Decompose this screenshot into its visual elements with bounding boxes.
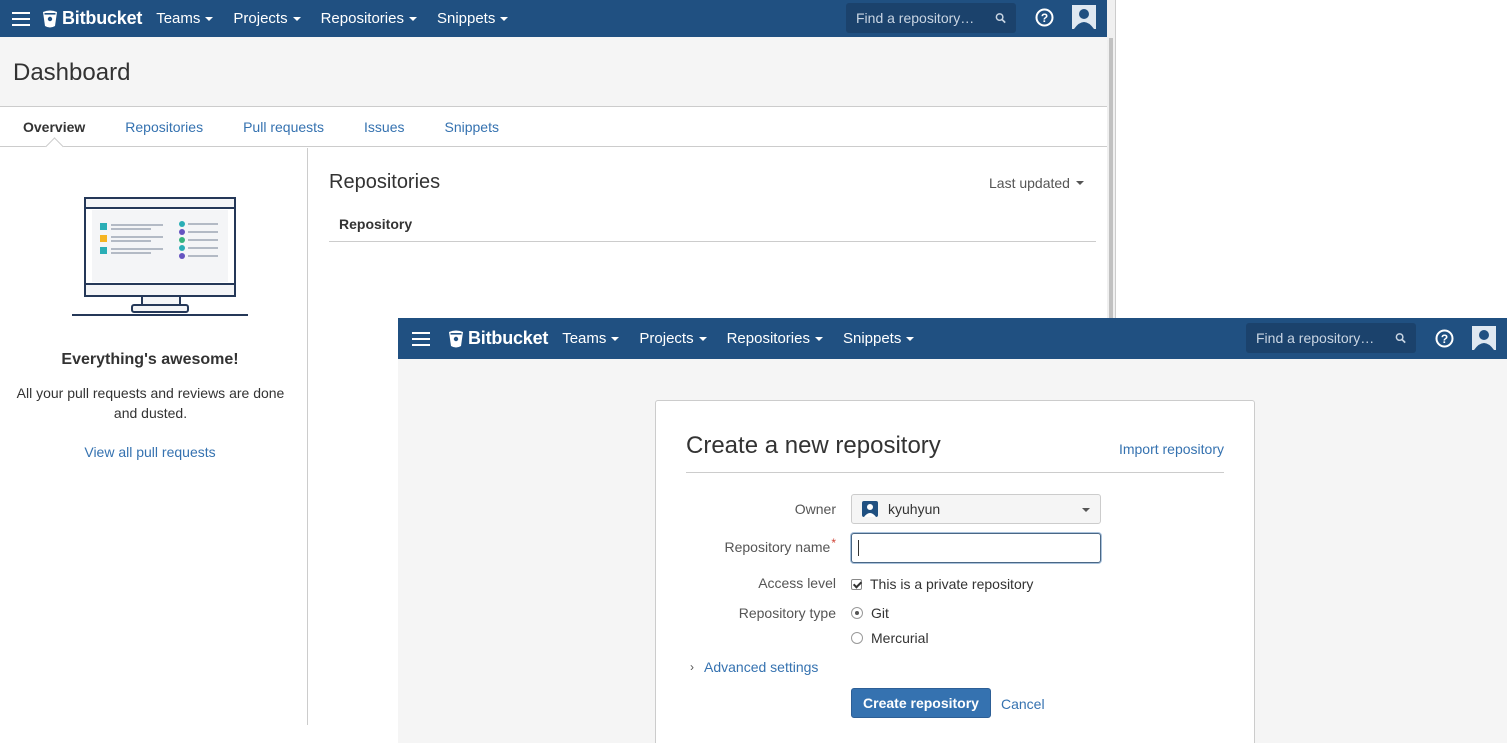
svg-text:?: ?	[1041, 11, 1048, 25]
repository-search[interactable]	[846, 3, 1016, 33]
nav-projects[interactable]: Projects	[233, 10, 301, 27]
dashboard-tabs: Overview Repositories Pull requests Issu…	[0, 108, 1107, 147]
search-icon[interactable]	[1395, 332, 1406, 344]
caret-down-icon	[611, 336, 620, 341]
help-icon[interactable]: ?	[1035, 8, 1054, 30]
nav-snippets[interactable]: Snippets	[843, 330, 915, 347]
tab-pull-requests[interactable]: Pull requests	[223, 108, 344, 146]
chevron-right-icon: ›	[690, 660, 694, 674]
radio-mercurial[interactable]: Mercurial	[851, 630, 929, 646]
repository-column-header[interactable]: Repository	[329, 207, 1096, 242]
overview-empty-state: Everything's awesome! All your pull requ…	[0, 148, 308, 725]
bitbucket-logo[interactable]: Bitbucket	[42, 8, 142, 29]
nav-teams[interactable]: Teams	[156, 10, 214, 27]
sort-label: Last updated	[989, 175, 1070, 191]
hamburger-icon[interactable]	[398, 331, 444, 346]
empty-state-message: All your pull requests and reviews are d…	[16, 385, 285, 421]
private-repository-label: This is a private repository	[870, 576, 1034, 592]
bucket-icon	[449, 330, 463, 347]
create-repository-button[interactable]: Create repository	[851, 688, 991, 718]
text-cursor	[858, 540, 859, 556]
private-repository-checkbox[interactable]: This is a private repository	[851, 576, 1033, 592]
repository-search[interactable]	[1246, 323, 1416, 353]
tab-issues[interactable]: Issues	[344, 108, 424, 146]
caret-down-icon	[500, 16, 509, 21]
import-repository-link[interactable]: Import repository	[1119, 441, 1224, 457]
view-all-pull-requests-link[interactable]: View all pull requests	[0, 444, 300, 460]
advanced-settings-label: Advanced settings	[704, 659, 819, 675]
access-level-label: Access level	[758, 575, 836, 591]
owner-select[interactable]: kyuhyun	[851, 494, 1101, 524]
cancel-link[interactable]: Cancel	[1001, 696, 1045, 712]
form-title: Create a new repository	[686, 432, 941, 459]
caret-down-icon	[698, 336, 707, 341]
nav-snippets[interactable]: Snippets	[437, 10, 509, 27]
caret-down-icon	[408, 16, 417, 21]
nav-projects[interactable]: Projects	[639, 330, 707, 347]
caret-down-icon	[814, 336, 823, 341]
radio-unselected-icon[interactable]	[851, 632, 863, 644]
caret-down-icon	[906, 336, 915, 341]
radio-git[interactable]: Git	[851, 605, 889, 621]
owner-label: Owner	[794, 501, 836, 517]
checkbox-checked-icon[interactable]	[851, 578, 862, 590]
required-marker: *	[831, 536, 836, 550]
caret-down-icon	[292, 16, 301, 21]
user-avatar-icon[interactable]	[1472, 326, 1496, 350]
tab-overview[interactable]: Overview	[0, 108, 105, 146]
search-icon[interactable]	[995, 12, 1006, 24]
help-icon[interactable]: ?	[1435, 329, 1454, 351]
bitbucket-logo[interactable]: Bitbucket	[448, 328, 548, 349]
brand-name: Bitbucket	[468, 328, 549, 348]
sort-dropdown[interactable]: Last updated	[989, 175, 1084, 191]
brand-name: Bitbucket	[62, 8, 143, 28]
nav-repositories[interactable]: Repositories	[727, 330, 823, 347]
nav-repositories[interactable]: Repositories	[321, 10, 417, 27]
vertical-scrollbar[interactable]	[1107, 0, 1115, 320]
tab-repositories[interactable]: Repositories	[105, 108, 223, 146]
repository-name-input[interactable]	[851, 533, 1101, 563]
owner-value: kyuhyun	[888, 501, 941, 517]
radio-selected-icon[interactable]	[851, 607, 863, 619]
user-avatar-icon[interactable]	[1072, 5, 1096, 29]
create-repository-window: Bitbucket Teams Projects Repositories Sn…	[398, 318, 1507, 743]
repository-name-label: Repository name*	[724, 536, 837, 555]
create-repository-form: Create a new repository Import repositor…	[655, 400, 1255, 743]
computer-monitor-illustration	[72, 197, 248, 316]
caret-down-icon	[1075, 181, 1084, 185]
advanced-settings-toggle[interactable]: › Advanced settings	[690, 659, 818, 675]
hamburger-icon[interactable]	[0, 11, 42, 26]
top-navigation-bar: Bitbucket Teams Projects Repositories Sn…	[0, 0, 1107, 37]
dashboard-header: Dashboard	[0, 37, 1107, 107]
scrollbar-thumb[interactable]	[1109, 38, 1113, 320]
nav-teams[interactable]: Teams	[562, 330, 620, 347]
radio-git-label: Git	[871, 605, 889, 621]
divider	[686, 472, 1224, 473]
radio-mercurial-label: Mercurial	[871, 630, 929, 646]
empty-state-heading: Everything's awesome!	[61, 351, 239, 368]
repository-type-label: Repository type	[738, 605, 836, 621]
user-avatar-icon	[862, 501, 878, 517]
repositories-heading: Repositories	[329, 171, 441, 193]
page-title: Dashboard	[13, 59, 131, 86]
tab-snippets[interactable]: Snippets	[425, 108, 519, 146]
svg-text:?: ?	[1441, 332, 1448, 346]
top-navigation-bar: Bitbucket Teams Projects Repositories Sn…	[398, 318, 1507, 359]
search-input[interactable]	[856, 10, 995, 26]
caret-down-icon	[1082, 508, 1090, 512]
search-input[interactable]	[1256, 330, 1395, 346]
caret-down-icon	[205, 16, 214, 21]
bucket-icon	[43, 10, 57, 27]
